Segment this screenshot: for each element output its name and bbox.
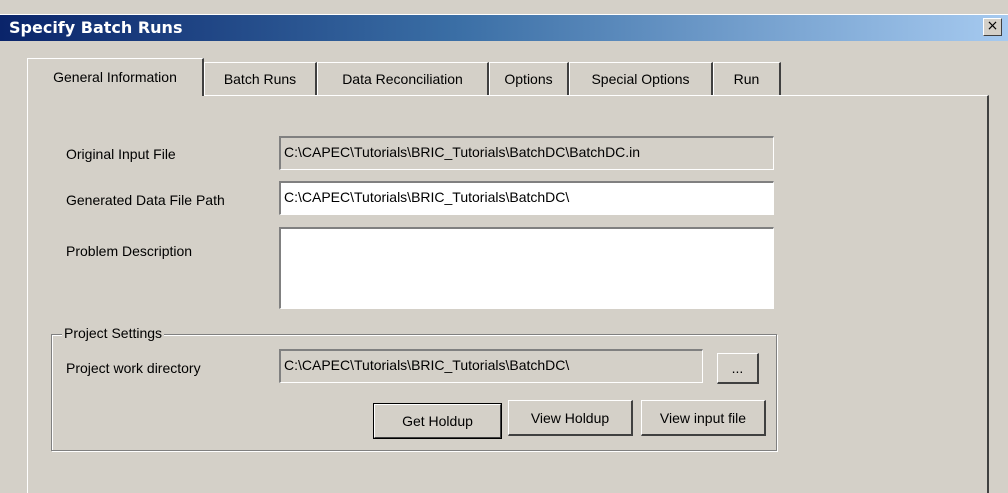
original-input-file-label: Original Input File <box>66 146 176 162</box>
generated-data-file-path-label: Generated Data File Path <box>66 192 225 208</box>
browse-directory-button[interactable]: ... <box>717 353 759 384</box>
project-work-directory-label: Project work directory <box>66 360 201 376</box>
tab-options[interactable]: Options <box>489 62 569 96</box>
tab-batch-runs[interactable]: Batch Runs <box>204 62 317 96</box>
project-settings-legend: Project Settings <box>62 325 165 341</box>
tab-data-reconciliation[interactable]: Data Reconciliation <box>317 62 489 96</box>
tab-special-options[interactable]: Special Options <box>569 62 713 96</box>
view-holdup-button[interactable]: View Holdup <box>508 400 633 436</box>
original-input-file-field[interactable]: C:\CAPEC\Tutorials\BRIC_Tutorials\BatchD… <box>279 136 774 170</box>
problem-description-label: Problem Description <box>66 243 193 259</box>
problem-description-textarea[interactable] <box>279 227 774 309</box>
close-icon: × <box>986 18 999 34</box>
project-work-directory-field[interactable]: C:\CAPEC\Tutorials\BRIC_Tutorials\BatchD… <box>279 349 703 383</box>
get-holdup-button[interactable]: Get Holdup <box>373 403 502 439</box>
title-bar[interactable]: Specify Batch Runs × <box>0 15 1008 41</box>
window-title: Specify Batch Runs <box>9 18 183 37</box>
close-button[interactable]: × <box>983 18 1002 36</box>
tab-run[interactable]: Run <box>713 62 781 96</box>
generated-data-file-path-input[interactable]: C:\CAPEC\Tutorials\BRIC_Tutorials\BatchD… <box>279 181 774 215</box>
specify-batch-runs-dialog: Specify Batch Runs × General Information… <box>0 0 1008 493</box>
view-input-file-button[interactable]: View input file <box>641 400 766 436</box>
tab-general-information[interactable]: General Information <box>27 58 204 96</box>
